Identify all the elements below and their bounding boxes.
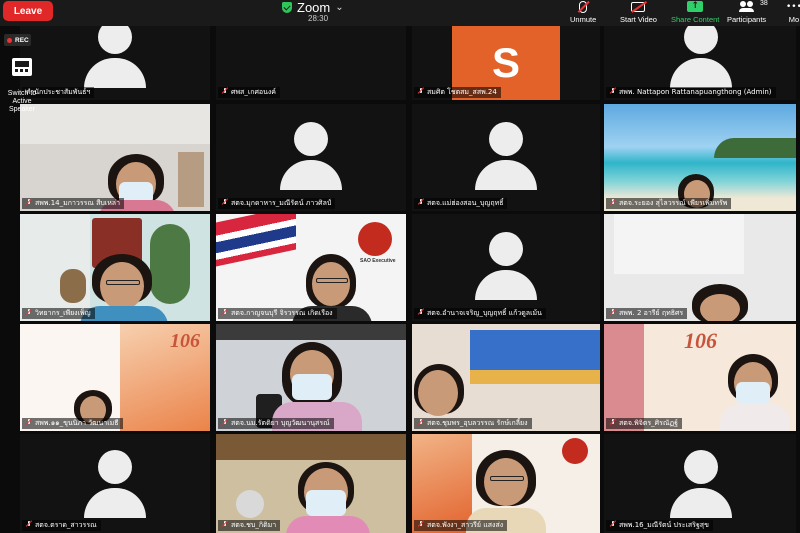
muted-icon bbox=[418, 419, 424, 425]
participant-name: สพพ. 2 อารีย์ ฤทธิศร bbox=[606, 308, 688, 319]
muted-icon bbox=[222, 199, 228, 205]
participant-name: สตจ.ชบ_กิติมา bbox=[218, 520, 281, 531]
video-tile[interactable]: วิทยากร_เพียงเพ็ญ bbox=[20, 214, 210, 321]
participant-name: สพพ.14_มกาวรรณ สืบเหล่า bbox=[22, 198, 125, 209]
meeting-title[interactable]: Zoom ⌄ bbox=[282, 0, 344, 15]
switch-view-button[interactable]: Switch to Active Speaker bbox=[0, 58, 44, 114]
video-tile[interactable]: สพพ.16_มณีรัตน์ ประเสริฐสุข bbox=[604, 434, 796, 533]
video-tile[interactable]: สตจ.อำนาจเจริญ_บุญฤทธิ์ แก้วดูลเม้น bbox=[412, 214, 600, 321]
start-video-label: Start Video bbox=[620, 15, 657, 24]
muted-icon bbox=[610, 309, 616, 315]
share-content-button[interactable]: ↑ Share Content bbox=[671, 0, 719, 26]
sign-title: SAO Executive bbox=[360, 258, 396, 264]
shield-check-icon bbox=[282, 1, 292, 13]
gallery-view-icon bbox=[12, 58, 32, 76]
participant-name: สตจ.ชุมพร_อุบลวรรณ รักษ์เกลี้ยง bbox=[414, 418, 532, 429]
more-label: Mo bbox=[788, 15, 800, 24]
rec-label: REC bbox=[15, 36, 29, 44]
muted-icon bbox=[26, 309, 32, 315]
more-button[interactable]: ••• Mo bbox=[786, 0, 800, 26]
chevron-down-icon: ⌄ bbox=[335, 1, 344, 13]
muted-icon bbox=[610, 419, 616, 425]
video-tile[interactable]: สตจ.ชุมพร_อุบลวรรณ รักษ์เกลี้ยง bbox=[412, 324, 600, 431]
video-tile[interactable]: 106 สตจ.พิจิตร_ศิรณัฏฐ์ bbox=[604, 324, 796, 431]
muted-icon bbox=[610, 199, 616, 205]
muted-icon bbox=[222, 521, 228, 527]
participants-label: Participants bbox=[727, 15, 767, 24]
video-off-icon bbox=[631, 1, 646, 12]
muted-microphone-icon bbox=[579, 0, 588, 13]
video-tile[interactable]: สตจ.ชบ_กิติมา bbox=[216, 434, 406, 533]
participants-icon bbox=[738, 1, 755, 12]
muted-icon bbox=[610, 88, 616, 94]
video-tile[interactable]: สตจ.พังงา_สาวรีย์ แสงส่ง bbox=[412, 434, 600, 533]
muted-icon bbox=[418, 309, 424, 315]
more-icon: ••• bbox=[786, 1, 800, 12]
video-tile[interactable]: สตจ.ระยอง สุไลวรรณ์ เพียรเพิ่มทรัพ bbox=[604, 104, 796, 211]
participant-name: สตจ.ระยอง สุไลวรรณ์ เพียรเพิ่มทรัพ bbox=[606, 198, 732, 209]
participant-name: สพพ.16_มณีรัตน์ ประเสริฐสุข bbox=[606, 520, 713, 531]
video-tile[interactable]: สตจ.แม่ฮ่องสอน_บุญฤทธิ์ bbox=[412, 104, 600, 211]
start-video-button[interactable]: Start Video bbox=[620, 0, 657, 26]
video-tile[interactable]: ศพส_เกศอนงค์ bbox=[216, 26, 406, 100]
participant-name: วิทยากร_เพียงเพ็ญ bbox=[22, 308, 95, 319]
unmute-button[interactable]: Unmute bbox=[570, 0, 596, 26]
video-tile[interactable]: สพพ. 2 อารีย์ ฤทธิศร bbox=[604, 214, 796, 321]
participant-name: สตจ.มุกดาหาร_มณีรัตน์ ภาวศิลป์ bbox=[218, 198, 336, 209]
recording-indicator[interactable]: REC bbox=[4, 34, 31, 46]
muted-icon bbox=[222, 419, 228, 425]
share-content-label: Share Content bbox=[671, 15, 720, 24]
switch-label-line2: Active Speaker bbox=[8, 98, 36, 113]
video-tile[interactable]: S สมศิต โชตสม_สสพ.24 bbox=[412, 26, 600, 100]
muted-icon bbox=[418, 88, 424, 94]
muted-icon bbox=[26, 199, 32, 205]
participant-name: ศพส_เกศอนงค์ bbox=[218, 87, 280, 98]
emblem-icon bbox=[562, 438, 588, 464]
anniversary-banner: 106 bbox=[684, 328, 717, 353]
participant-name: สตจ.พิจิตร_ศิรณัฏฐ์ bbox=[606, 418, 682, 429]
video-tile[interactable]: สตจ.มุกดาหาร_มณีรัตน์ ภาวศิลป์ bbox=[216, 104, 406, 211]
muted-icon bbox=[610, 521, 616, 527]
participant-name: สตจ.แม่ฮ่องสอน_บุญฤทธิ์ bbox=[414, 198, 508, 209]
participants-count: 38 bbox=[760, 0, 768, 7]
share-arrow-icon: ↑ bbox=[687, 1, 704, 12]
muted-icon bbox=[26, 419, 32, 425]
video-tile[interactable]: สตจ.นม.รัตติยา บุญวัฒนานุสรณ์ bbox=[216, 324, 406, 431]
leave-button[interactable]: Leave bbox=[3, 1, 53, 21]
meeting-timer: 28:30 bbox=[308, 14, 329, 23]
participant-name: สมศิต โชตสม_สสพ.24 bbox=[414, 87, 501, 98]
video-tile[interactable]: 106 สพพ.๑๑_ขุนนิภา วัฒนาเมธี bbox=[20, 324, 210, 431]
muted-icon bbox=[222, 309, 228, 315]
participant-name: สพพ.๑๑_ขุนนิภา วัฒนาเมธี bbox=[22, 418, 123, 429]
video-tile[interactable]: สพพ.14_มกาวรรณ สืบเหล่า bbox=[20, 104, 210, 211]
unmute-label: Unmute bbox=[570, 15, 597, 24]
app-title: Zoom bbox=[297, 0, 331, 15]
video-tile[interactable]: สตจ.ตราด_สาวรรณ bbox=[20, 434, 210, 533]
participant-name: สตจ.พังงา_สาวรีย์ แสงส่ง bbox=[414, 520, 508, 531]
participant-name: สตจ.กาญจนบุรี จิรวรรณ เกิดเรือง bbox=[218, 308, 337, 319]
muted-icon bbox=[222, 88, 228, 94]
participant-name: สตจ.นม.รัตติยา บุญวัฒนานุสรณ์ bbox=[218, 418, 334, 429]
muted-icon bbox=[418, 199, 424, 205]
participant-name: สตจ.อำนาจเจริญ_บุญฤทธิ์ แก้วดูลเม้น bbox=[414, 308, 546, 319]
meeting-toolbar: Leave Zoom ⌄ 28:30 Unmute Start Video ↑ … bbox=[0, 0, 800, 26]
switch-label-line1: Switch to bbox=[7, 90, 37, 97]
participant-name: สพพ. Nattapon Rattanapuangthong (Admin) bbox=[606, 87, 776, 98]
emblem-icon bbox=[358, 222, 392, 256]
participant-name: สตจ.ตราด_สาวรรณ bbox=[22, 520, 101, 531]
video-tile[interactable]: สพพ. Nattapon Rattanapuangthong (Admin) bbox=[604, 26, 796, 100]
record-dot-icon bbox=[7, 37, 12, 43]
fan-icon bbox=[236, 490, 264, 518]
muted-icon bbox=[26, 521, 32, 527]
anniversary-banner: 106 bbox=[170, 330, 200, 352]
video-tile[interactable]: SAO Executive สตจ.กาญจนบุรี จิรวรรณ เกิด… bbox=[216, 214, 406, 321]
muted-icon bbox=[418, 521, 424, 527]
video-tile[interactable]: สำนักประชาสัมพันธ์ฯ bbox=[20, 26, 210, 100]
